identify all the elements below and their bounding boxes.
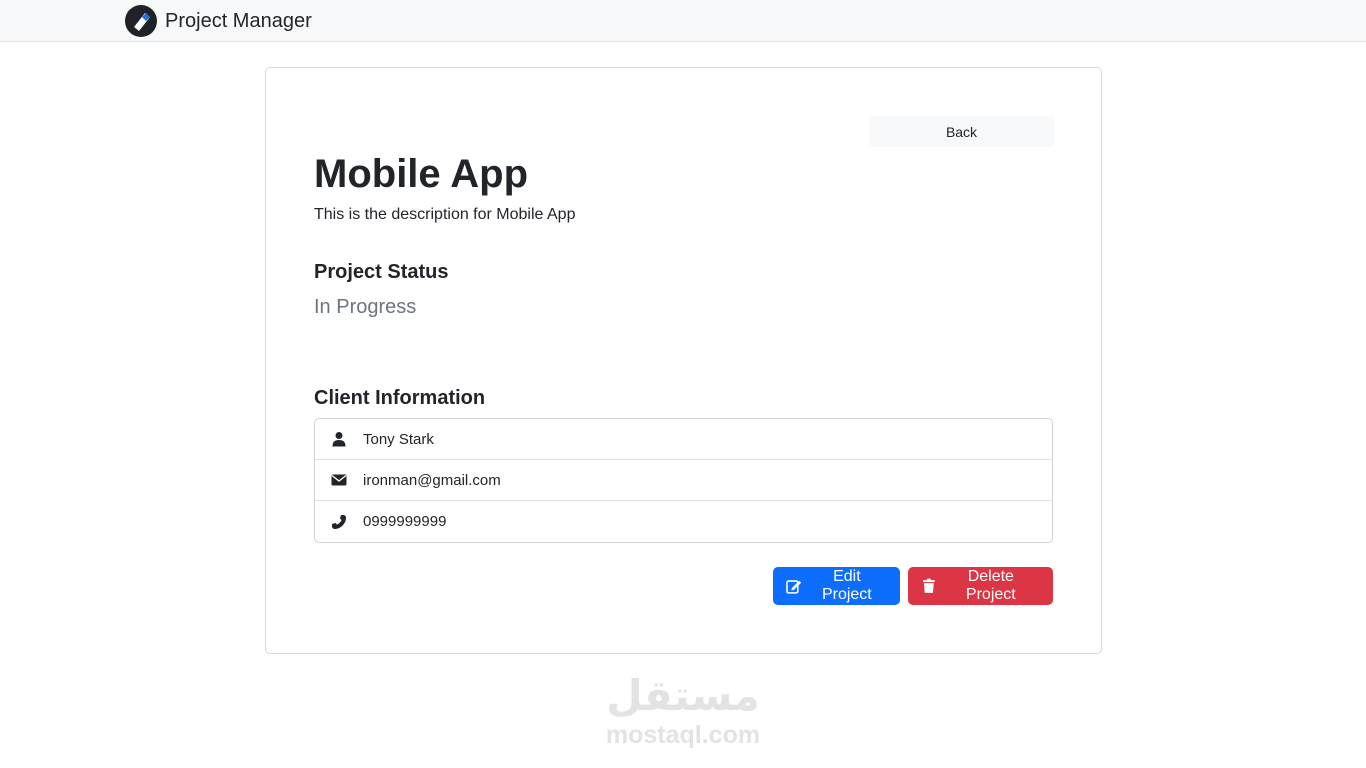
phone-icon [332, 514, 346, 529]
status-heading: Project Status [314, 261, 449, 283]
envelope-icon [331, 474, 347, 486]
project-title: Mobile App [314, 152, 529, 196]
client-name: Tony Stark [363, 430, 434, 448]
status-value: In Progress [314, 296, 417, 318]
brand-name: Project Manager [165, 9, 312, 32]
navbar: Project Manager [0, 0, 1366, 42]
user-icon [332, 432, 346, 447]
project-description: This is the description for Mobile App [314, 206, 576, 223]
watermark: مستقل mostaql.com [600, 672, 766, 750]
delete-project-button[interactable]: Delete Project [908, 567, 1053, 605]
project-actions: Edit Project Delete Project [773, 567, 1053, 605]
edit-project-button[interactable]: Edit Project [773, 567, 900, 605]
watermark-arabic: مستقل [606, 671, 760, 720]
client-phone: 0999999999 [363, 513, 447, 530]
client-email: ironman@gmail.com [363, 471, 501, 489]
client-heading: Client Information [314, 387, 486, 409]
project-logo-icon [125, 5, 157, 37]
watermark-latin: mostaql.com [605, 721, 761, 749]
edit-icon [786, 580, 802, 594]
client-email-item: ironman@gmail.com [315, 460, 1052, 501]
edit-project-label: Edit Project [821, 568, 872, 603]
navbar-brand[interactable]: Project Manager [125, 5, 312, 37]
client-phone-item: 0999999999 [315, 501, 1052, 542]
project-card: Back Mobile App This is the description … [265, 67, 1102, 654]
client-info-list: Tony Stark ironman@gmail.com 0999999999 [314, 418, 1053, 543]
delete-project-label: Delete Project [965, 568, 1016, 603]
trash-icon [922, 578, 935, 593]
client-name-item: Tony Stark [315, 419, 1052, 460]
back-button[interactable]: Back [869, 116, 1054, 147]
